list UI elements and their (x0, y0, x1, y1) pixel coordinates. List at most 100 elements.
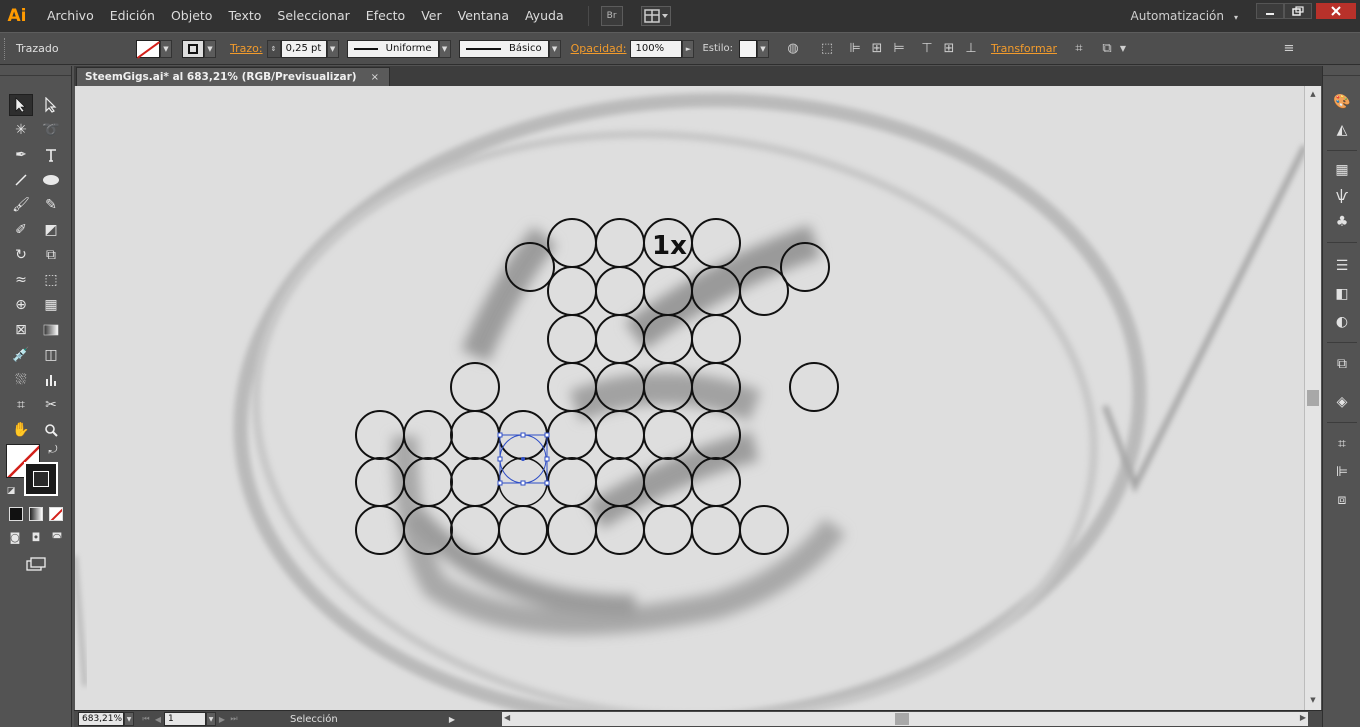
tools-panel-header[interactable] (0, 66, 71, 76)
column-graph-tool-icon[interactable] (39, 369, 63, 391)
gradient-mode-button[interactable] (29, 507, 43, 521)
blob-brush-tool-icon[interactable]: ✐ (9, 219, 33, 241)
menu-archivo[interactable]: Archivo (34, 0, 102, 32)
align-middle-icon[interactable]: ⊞ (941, 41, 957, 57)
artboard-tool-icon[interactable]: ⌗ (9, 394, 33, 416)
panel-grip[interactable] (4, 37, 8, 60)
rotate-tool-icon[interactable]: ↻ (9, 244, 33, 266)
scroll-right-icon[interactable]: ▶ (1300, 713, 1306, 722)
bridge-button[interactable]: Br (600, 6, 623, 26)
vertical-scrollbar[interactable]: ▲ ▼ (1304, 86, 1321, 710)
scroll-up-icon[interactable]: ▲ (1308, 90, 1318, 98)
scroll-down-icon[interactable]: ▼ (1308, 696, 1318, 704)
mesh-tool-icon[interactable]: ⊠ (9, 319, 33, 341)
slice-tool-icon[interactable]: ✂ (39, 394, 63, 416)
status-menu-icon[interactable]: ▶ (446, 715, 458, 724)
brushes-panel-icon[interactable]: ѱ (1332, 186, 1352, 206)
graphic-style-swatch[interactable] (738, 39, 757, 58)
next-artboard-icon[interactable]: ▶ (216, 715, 228, 724)
type-tool-icon[interactable] (39, 144, 63, 166)
menu-edicion[interactable]: Edición (102, 0, 163, 32)
menu-seleccionar[interactable]: Seleccionar (269, 0, 357, 32)
last-artboard-icon[interactable]: ⏭ (228, 714, 240, 724)
stroke-dropdown[interactable]: ▼ (204, 39, 216, 58)
isolate-object-icon[interactable]: ⌗ (1071, 41, 1087, 57)
transparency-panel-icon[interactable]: ◐ (1332, 312, 1352, 332)
stroke-weight-stepper[interactable]: ⇕ (266, 39, 281, 58)
previous-artboard-icon[interactable]: ◀ (152, 715, 164, 724)
stroke-panel-icon[interactable]: ☰ (1332, 256, 1352, 276)
fill-dropdown[interactable]: ▼ (160, 39, 172, 58)
paintbrush-tool-icon[interactable]: 🖌 (9, 194, 33, 216)
brush-dropdown[interactable]: ▼ (548, 39, 561, 58)
shape-builder-tool-icon[interactable]: ⊕ (9, 294, 33, 316)
graphic-styles-panel-icon[interactable]: ⧉ (1332, 354, 1352, 374)
menu-objeto[interactable]: Objeto (163, 0, 221, 32)
swatches-panel-icon[interactable]: ▦ (1332, 160, 1352, 180)
align-to-icon[interactable]: ⬚ (819, 41, 835, 57)
color-guide-panel-icon[interactable]: ◭ (1332, 120, 1352, 140)
color-panel-icon[interactable]: 🎨 (1332, 92, 1352, 112)
align-panel-icon[interactable]: ⌗ (1332, 434, 1352, 454)
artboard-number-field[interactable]: 1 (164, 712, 206, 726)
magic-wand-tool-icon[interactable]: ✳ (9, 119, 33, 141)
eyedropper-tool-icon[interactable]: 💉 (9, 344, 33, 366)
menu-ventana[interactable]: Ventana (450, 0, 517, 32)
eraser-tool-icon[interactable]: ◩ (39, 219, 63, 241)
opacity-label[interactable]: Opacidad: (571, 42, 627, 55)
align-center-icon[interactable]: ⊞ (869, 41, 885, 57)
menu-texto[interactable]: Texto (220, 0, 269, 32)
variable-width-dropdown[interactable]: ▼ (438, 39, 451, 58)
selection-tool-icon[interactable] (9, 94, 33, 116)
blend-tool-icon[interactable]: ◫ (39, 344, 63, 366)
hand-tool-icon[interactable]: ✋ (9, 419, 33, 441)
gradient-panel-icon[interactable]: ◧ (1332, 284, 1352, 304)
transform-panel-icon[interactable]: ⊫ (1332, 462, 1352, 482)
artboard-canvas[interactable]: 1x (75, 86, 1304, 710)
brush-definition[interactable]: Básico (458, 39, 549, 58)
menu-ayuda[interactable]: Ayuda (517, 0, 572, 32)
close-tab-icon[interactable]: × (371, 72, 379, 83)
menu-ver[interactable]: Ver (413, 0, 449, 32)
first-artboard-icon[interactable]: ⏮ (140, 714, 152, 724)
zoom-dropdown[interactable]: ▼ (124, 712, 134, 726)
align-left-icon[interactable]: ⊫ (847, 41, 863, 57)
draw-behind-icon[interactable]: ◘ (27, 529, 45, 545)
vertical-scroll-thumb[interactable] (1307, 390, 1319, 406)
zoom-tool-icon[interactable] (39, 419, 63, 441)
workspace-switcher[interactable]: Automatización ▾ (1131, 0, 1239, 34)
stroke-color-swatch[interactable] (24, 462, 58, 496)
recolor-artwork-icon[interactable]: ◍ (785, 41, 801, 57)
variable-width-profile[interactable]: Uniforme (346, 39, 439, 58)
default-fill-stroke-icon[interactable]: ◪ (4, 484, 18, 498)
minimize-button[interactable] (1256, 3, 1284, 19)
ellipse-tool-icon[interactable] (39, 169, 63, 191)
horizontal-scrollbar[interactable]: ◀ ▶ (502, 712, 1308, 726)
gradient-tool-icon[interactable] (39, 319, 63, 341)
pencil-tool-icon[interactable]: ✎ (39, 194, 63, 216)
align-top-icon[interactable]: ⊤ (919, 41, 935, 57)
perspective-grid-tool-icon[interactable]: ▦ (39, 294, 63, 316)
swap-fill-stroke-icon[interactable]: ⤾ (44, 442, 62, 458)
artwork-text-1x[interactable]: 1x (652, 231, 687, 261)
draw-normal-icon[interactable]: ◙ (6, 529, 24, 545)
line-tool-icon[interactable] (9, 169, 33, 191)
stroke-weight-dropdown[interactable]: ▼ (326, 39, 339, 58)
menu-efecto[interactable]: Efecto (358, 0, 413, 32)
panel-menu-icon[interactable]: ≡ (1281, 41, 1297, 57)
scale-tool-icon[interactable]: ⧉ (39, 244, 63, 266)
free-transform-tool-icon[interactable]: ⬚ (39, 269, 63, 291)
stroke-swatch[interactable] (182, 39, 204, 58)
screen-mode-icon[interactable] (23, 554, 49, 574)
envelope-icon[interactable]: ⧉ (1099, 41, 1115, 57)
artboard-dropdown[interactable]: ▼ (206, 712, 216, 726)
layers-panel-icon[interactable]: ◈ (1332, 392, 1352, 412)
zoom-field[interactable]: 683,21% (78, 712, 124, 726)
graphic-style-dropdown[interactable]: ▼ (756, 39, 769, 58)
restore-button[interactable] (1284, 3, 1312, 19)
symbols-panel-icon[interactable]: ♣ (1332, 212, 1352, 232)
align-right-icon[interactable]: ⊨ (891, 41, 907, 57)
opacity-field[interactable]: 100% (630, 39, 683, 58)
close-window-button[interactable] (1316, 3, 1356, 19)
align-bottom-icon[interactable]: ⊥ (963, 41, 979, 57)
